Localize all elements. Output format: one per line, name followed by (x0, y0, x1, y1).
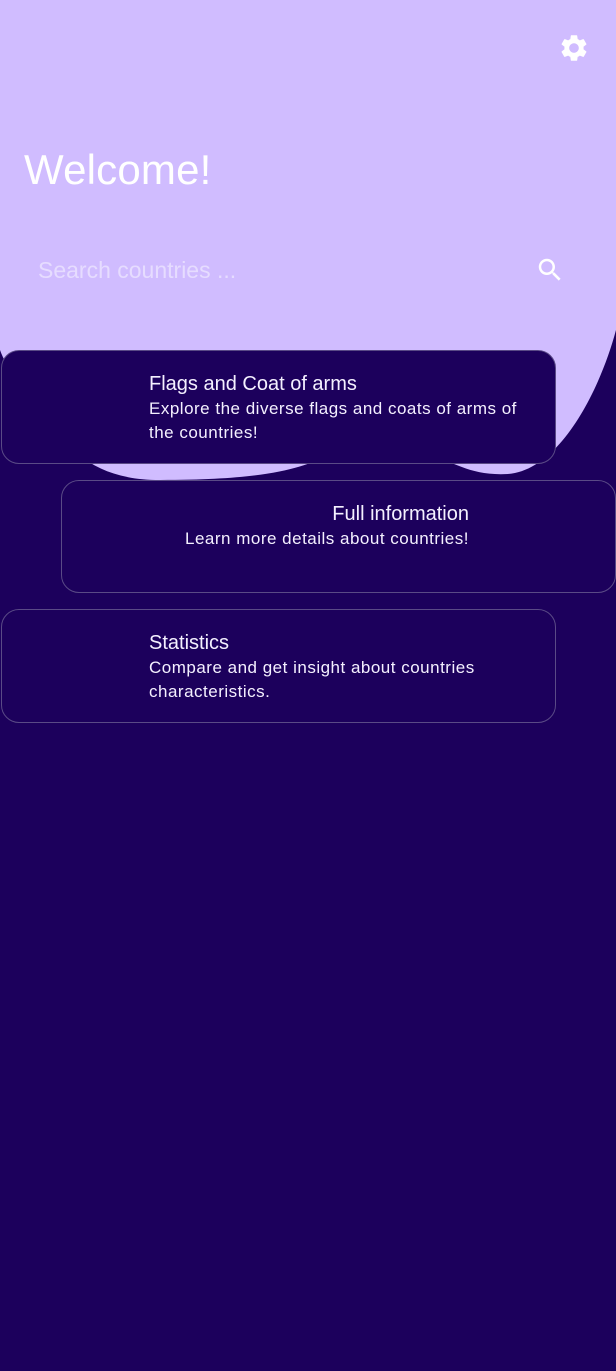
flags-coat-of-arms-card[interactable]: Flags and Coat of arms Explore the diver… (1, 350, 556, 464)
page-title: Welcome! (24, 146, 212, 193)
card-description: Compare and get insight about countries … (149, 658, 475, 701)
card-description: Learn more details about countries! (185, 529, 469, 548)
statistics-card[interactable]: Statistics Compare and get insight about… (1, 609, 556, 723)
search-button[interactable] (532, 252, 568, 288)
search-icon (538, 258, 561, 281)
card-title: Flags and Coat of arms (149, 373, 357, 395)
search-bar (24, 244, 576, 296)
card-description: Explore the diverse flags and coats of a… (149, 399, 517, 442)
settings-button[interactable] (556, 30, 592, 66)
card-title: Statistics (149, 632, 230, 654)
gear-icon (561, 35, 587, 61)
full-information-card[interactable]: Full information Learn more details abou… (61, 480, 616, 593)
card-title: Full information (332, 503, 469, 525)
search-input[interactable] (24, 244, 504, 296)
